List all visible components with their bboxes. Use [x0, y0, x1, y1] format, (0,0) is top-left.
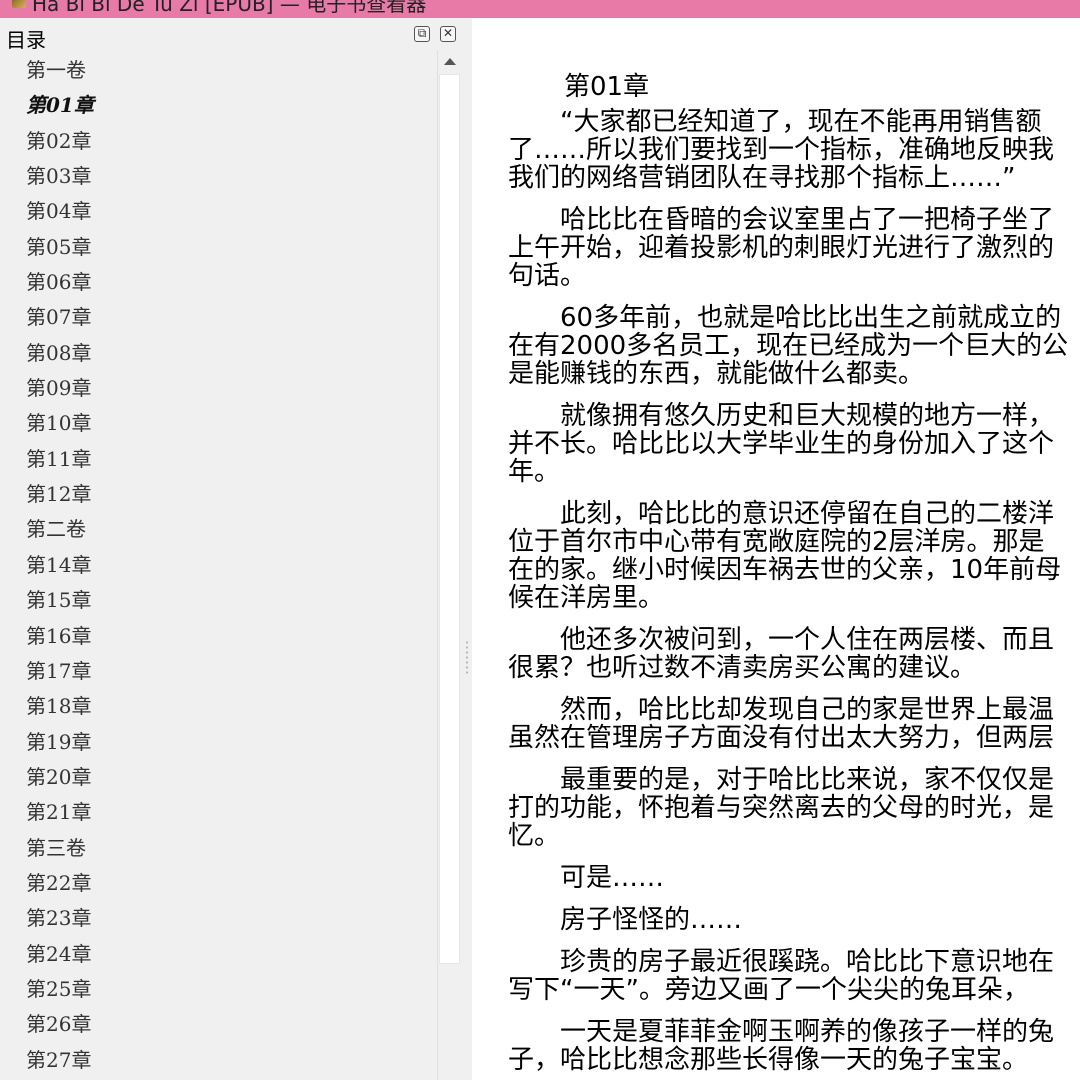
toc-item[interactable]: 第10章 [0, 407, 436, 442]
text-line: 一天是夏菲菲金啊玉啊养的像孩子一样的兔 [560, 1017, 1055, 1047]
toc-item[interactable]: 第15章 [0, 584, 436, 619]
text-line: 然而，哈比比却发现自己的家是世界上最温 [560, 695, 1055, 725]
text-line: 子，哈比比想念那些长得像一天的兔子宝宝。 [508, 1045, 1029, 1075]
paragraph: 一天是夏菲菲金啊玉啊养的像孩子一样的兔 子，哈比比想念那些长得像一天的兔子宝宝。 [508, 1018, 1080, 1074]
toc-item[interactable]: 第24章 [0, 938, 436, 973]
text-line: 60多年前，也就是哈比比出生之前就成立的 [560, 303, 1062, 333]
toc-item[interactable]: 第04章 [0, 195, 436, 230]
text-line: 可是…… [560, 863, 665, 893]
toc-item[interactable]: 第03章 [0, 160, 436, 195]
toc-item[interactable]: 第27章 [0, 1044, 436, 1079]
scroll-thumb[interactable] [439, 74, 460, 964]
paragraph: 房子怪怪的…… [508, 906, 1080, 934]
paragraph: 然而，哈比比却发现自己的家是世界上最温 虽然在管理房子方面没有付出太大努力，但两层 [508, 696, 1080, 752]
toc-item[interactable]: 第02章 [0, 125, 436, 160]
toc-item[interactable]: 第06章 [0, 266, 436, 301]
splitter-grip-icon [466, 640, 468, 676]
chapter-title: 第01章 [564, 72, 650, 102]
text-line: 房子怪怪的…… [560, 905, 743, 935]
toc-item[interactable]: 第21章 [0, 796, 436, 831]
toc-item[interactable]: 第20章 [0, 761, 436, 796]
toc-title: 目录 [6, 28, 46, 52]
text-line: 就像拥有悠久历史和巨大规模的地方一样， [560, 401, 1055, 431]
toc-scrollbar[interactable] [437, 50, 461, 1080]
text-line: 候在洋房里。 [508, 583, 665, 613]
text-line: 是能赚钱的东西，就能做什么都卖。 [508, 359, 925, 389]
toc-item[interactable]: 第07章 [0, 301, 436, 336]
paragraph: “大家都已经知道了，现在不能再用销售额 了……所以我们要找到一个指标，准确地反映我… [508, 108, 1080, 192]
paragraph: 他还多次被问到，一个人住在两层楼、而且 很累？也听过数不清卖房买公寓的建议。 [508, 626, 1080, 682]
scroll-up-arrow-icon [443, 57, 456, 65]
toc-item[interactable]: 第二卷 [0, 513, 436, 548]
toc-item[interactable]: 第11章 [0, 443, 436, 478]
toc-header: 目录 ⧉ ✕ [0, 18, 462, 54]
toc-item[interactable]: 第17章 [0, 655, 436, 690]
paragraph: 哈比比在昏暗的会议室里占了一把椅子坐了 上午开始，迎着投影机的刺眼灯光进行了激烈的… [508, 206, 1080, 290]
toc-item[interactable]: 第12章 [0, 478, 436, 513]
toc-item[interactable]: 第三卷 [0, 832, 436, 867]
title-bar: Ha Bi Bi De Tu Zi [EPUB] — 电子书查看器 [0, 0, 1080, 18]
paragraph: 就像拥有悠久历史和巨大规模的地方一样， 并不长。哈比比以大学毕业生的身份加入了这个… [508, 402, 1080, 486]
text-line: 句话。 [508, 261, 587, 291]
toc-item[interactable]: 第25章 [0, 973, 436, 1008]
paragraph: 60多年前，也就是哈比比出生之前就成立的 在有2000多名员工，现在已经成为一个巨… [508, 304, 1080, 388]
window-title: Ha Bi Bi De Tu Zi [EPUB] — 电子书查看器 [32, 0, 427, 16]
text-line: 虽然在管理房子方面没有付出太大努力，但两层 [508, 723, 1055, 753]
paragraph: 此刻，哈比比的意识还停留在自己的二楼洋 位于首尔市中心带有宽敞庭院的2层洋房。那是… [508, 500, 1080, 612]
paragraph: 珍贵的房子最近很蹊跷。哈比比下意识地在 写下“一天”。旁边又画了一个尖尖的兔耳朵， [508, 948, 1080, 1004]
toc-item[interactable]: 第19章 [0, 726, 436, 761]
toc-sidebar: 目录 ⧉ ✕ 第一卷 第01章 第02章 第03章 第04章 第05章 第06章 第07章 第0… [0, 18, 462, 1080]
paragraph: 可是…… [508, 864, 1080, 892]
close-panel-button[interactable]: ✕ [440, 26, 456, 42]
panel-splitter[interactable] [462, 18, 472, 1080]
toc-item[interactable]: 第26章 [0, 1008, 436, 1043]
toc-item[interactable]: 第01章 [0, 89, 436, 124]
scroll-up-button[interactable] [438, 50, 461, 72]
text-line: “大家都已经知道了，现在不能再用销售额 [560, 107, 1042, 137]
toc-item[interactable]: 第08章 [0, 337, 436, 372]
toc-item[interactable]: 第09章 [0, 372, 436, 407]
text-line: 珍贵的房子最近很蹊跷。哈比比下意识地在 [560, 947, 1055, 977]
toc-list: 第一卷 第01章 第02章 第03章 第04章 第05章 第06章 第07章 第08章 第09章第… [0, 54, 436, 1080]
toc-item[interactable]: 第23章 [0, 902, 436, 937]
text-line: 位于首尔市中心带有宽敞庭院的2层洋房。那是 [508, 527, 1045, 557]
toc-item[interactable]: 第一卷 [0, 54, 436, 89]
text-line: 很累？也听过数不清卖房买公寓的建议。 [508, 653, 977, 683]
text-line: 上午开始，迎着投影机的刺眼灯光进行了激烈的 [508, 233, 1055, 263]
text-line: 年。 [508, 457, 561, 487]
text-line: 此刻，哈比比的意识还停留在自己的二楼洋 [560, 499, 1055, 529]
text-line: 并不长。哈比比以大学毕业生的身份加入了这个 [508, 429, 1055, 459]
text-line: 忆。 [508, 821, 561, 851]
text-line: 在有2000多名员工，现在已经成为一个巨大的公 [508, 331, 1069, 361]
toc-item[interactable]: 第05章 [0, 231, 436, 266]
toc-item[interactable]: 第16章 [0, 620, 436, 655]
reading-pane: 第01章 “大家都已经知道了，现在不能再用销售额 了……所以我们要找到一个指标，准… [472, 18, 1080, 1080]
text-line: 了……所以我们要找到一个指标，准确地反映我 [508, 135, 1055, 165]
restore-panel-button[interactable]: ⧉ [414, 26, 430, 42]
text-line: 写下“一天”。旁边又画了一个尖尖的兔耳朵， [508, 975, 1029, 1005]
text-line: 最重要的是，对于哈比比来说，家不仅仅是 [560, 765, 1055, 795]
paragraph: 最重要的是，对于哈比比来说，家不仅仅是 打的功能，怀抱着与突然离去的父母的时光，是… [508, 766, 1080, 850]
toc-item[interactable]: 第14章 [0, 549, 436, 584]
text-line: 打的功能，怀抱着与突然离去的父母的时光，是 [508, 793, 1055, 823]
toc-item[interactable]: 第18章 [0, 690, 436, 725]
text-line: 哈比比在昏暗的会议室里占了一把椅子坐了 [560, 205, 1055, 235]
toc-item[interactable]: 第22章 [0, 867, 436, 902]
text-line: 在的家。继小时候因车祸去世的父亲，10年前母 [508, 555, 1062, 585]
chapter-text: “大家都已经知道了，现在不能再用销售额 了……所以我们要找到一个指标，准确地反映我… [508, 108, 1080, 1080]
text-line: 我们的网络营销团队在寻找那个指标上……” [508, 163, 1016, 193]
text-line: 他还多次被问到，一个人住在两层楼、而且 [560, 625, 1055, 655]
app-icon [12, 0, 26, 8]
